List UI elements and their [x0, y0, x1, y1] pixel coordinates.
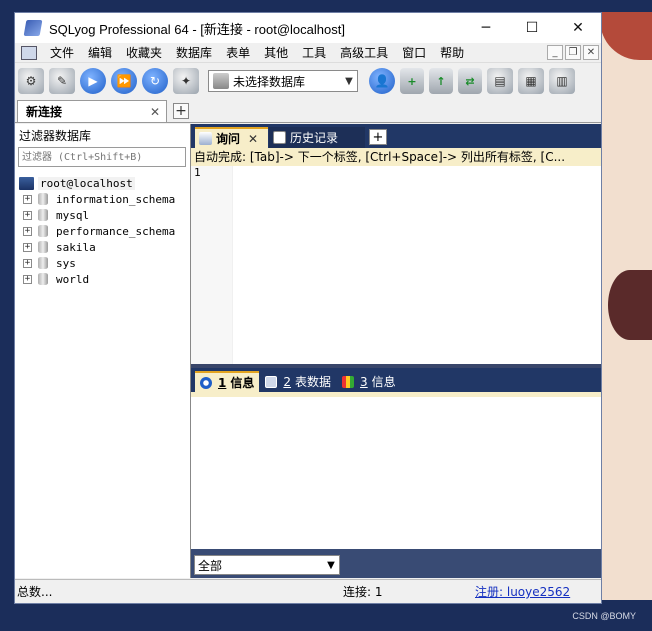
expand-icon[interactable]: + — [23, 210, 32, 220]
schema-designer-icon[interactable]: ✦ — [173, 68, 199, 94]
menu-window[interactable]: 窗口 — [395, 44, 433, 61]
connection-tabs: 新连接 ✕ + — [15, 99, 601, 123]
database-icon — [38, 257, 48, 269]
expand-icon[interactable]: + — [23, 274, 32, 284]
tab-result-info[interactable]: 1 信息 — [195, 371, 260, 392]
tab-table-data[interactable]: 2 表数据 — [260, 371, 336, 392]
menu-favorites[interactable]: 收藏夹 — [119, 44, 169, 61]
expand-icon[interactable]: + — [23, 258, 32, 268]
tree-item[interactable]: + mysql — [15, 207, 190, 223]
tab-connection[interactable]: 新连接 ✕ — [17, 100, 167, 122]
app-window: SQLyog Professional 64 - [新连接 - root@loc… — [14, 12, 602, 604]
menu-table[interactable]: 表单 — [219, 44, 257, 61]
close-button[interactable]: ✕ — [555, 13, 601, 43]
filter-title: 过滤器数据库 — [19, 129, 92, 143]
title-bar: SQLyog Professional 64 - [新连接 - root@loc… — [15, 13, 601, 43]
menu-bar: 文件 编辑 收藏夹 数据库 表单 其他 工具 高级工具 窗口 帮助 _ ❐ ✕ — [15, 43, 601, 63]
sqlyog-logo-icon — [23, 20, 43, 36]
chevron-down-icon: ▼ — [345, 75, 353, 87]
mdi-minimize-button[interactable]: _ — [547, 45, 563, 60]
user-manager-icon[interactable]: 👤 — [369, 68, 395, 94]
mdi-restore-button[interactable]: ❐ — [565, 45, 581, 60]
status-total: 总数... — [17, 585, 53, 599]
database-icon — [38, 193, 48, 205]
chart-icon — [342, 375, 355, 388]
result-filter-select[interactable]: 全部 ▼ — [194, 555, 340, 575]
backup-database-icon[interactable]: + — [400, 68, 424, 94]
database-tree: root@localhost + information_schema + mysq… — [15, 175, 190, 287]
maximize-button[interactable]: ☐ — [509, 13, 555, 43]
tree-item[interactable]: + sys — [15, 255, 190, 271]
results-area — [191, 397, 601, 549]
copy-database-icon[interactable]: ⇄ — [458, 68, 482, 94]
watermark: CSDN @BOMY — [572, 611, 636, 621]
connection-manager-icon[interactable]: ✎ — [49, 68, 75, 94]
tree-root[interactable]: root@localhost — [15, 175, 190, 191]
expand-icon[interactable]: + — [23, 242, 32, 252]
mdi-close-button[interactable]: ✕ — [583, 45, 599, 60]
menu-edit[interactable]: 编辑 — [81, 44, 119, 61]
query-tabs: 询问 ✕ 历史记录 + — [191, 124, 601, 148]
new-connection-icon[interactable]: ⚙ — [18, 68, 44, 94]
menu-file[interactable]: 文件 — [43, 44, 81, 61]
workspace: 过滤器数据库 root@localhost +information_schem… — [15, 124, 601, 578]
tree-item[interactable]: + performance_schema — [15, 223, 190, 239]
close-tab-icon[interactable]: ✕ — [248, 132, 258, 146]
sql-editor[interactable]: 1 — [191, 166, 601, 364]
mdi-controls: _ ❐ ✕ — [547, 45, 599, 60]
tree-item[interactable]: + world — [15, 271, 190, 287]
chevron-down-icon: ▼ — [327, 559, 335, 571]
grid-icon[interactable]: ▥ — [549, 68, 575, 94]
table-icon — [265, 375, 278, 388]
object-browser: 过滤器数据库 root@localhost +information_schem… — [15, 124, 191, 578]
filter-input[interactable] — [18, 147, 186, 167]
close-tab-icon[interactable]: ✕ — [150, 105, 166, 119]
add-connection-tab-button[interactable]: + — [173, 103, 189, 119]
calendar-icon — [273, 131, 286, 144]
export-table-icon[interactable]: ▤ — [487, 68, 513, 94]
server-icon — [19, 176, 34, 190]
menu-advanced-tools[interactable]: 高级工具 — [333, 44, 395, 61]
execute-query-icon[interactable]: ▶ — [80, 68, 106, 94]
database-icon — [38, 209, 48, 221]
query-pane: 询问 ✕ 历史记录 + 自动完成: [Tab]-> 下一个标签, [Ctrl+S… — [191, 124, 601, 578]
result-tabs: 1 信息 2 表数据 3 信息 — [191, 368, 601, 392]
execute-all-icon[interactable]: ⏩ — [111, 68, 137, 94]
import-database-icon[interactable]: ↑ — [429, 68, 453, 94]
menu-help[interactable]: 帮助 — [433, 44, 471, 61]
result-footer: 全部 ▼ — [191, 552, 601, 578]
database-icon — [38, 241, 48, 253]
expand-icon[interactable]: + — [23, 194, 32, 204]
database-icon — [213, 73, 229, 89]
database-icon — [38, 225, 48, 237]
tree-item[interactable]: + sakila — [15, 239, 190, 255]
tab-info-2[interactable]: 3 信息 — [337, 371, 401, 392]
menu-database[interactable]: 数据库 — [169, 44, 219, 61]
status-connections: 连接: 1 — [343, 585, 383, 599]
tree-item[interactable]: + information_schema — [15, 191, 190, 207]
register-link[interactable]: 注册: luoye2562 — [475, 583, 570, 600]
status-bar: 总数... 连接: 1 注册: luoye2562 — [15, 579, 601, 603]
expand-icon[interactable]: + — [23, 226, 32, 236]
autocomplete-hint: 自动完成: [Tab]-> 下一个标签, [Ctrl+Space]-> 列出所有… — [191, 148, 601, 166]
database-select[interactable]: 未选择数据库 ▼ — [208, 70, 358, 92]
database-icon — [38, 273, 48, 285]
tab-history[interactable]: 历史记录 — [269, 127, 365, 148]
window-title: SQLyog Professional 64 - [新连接 - root@loc… — [49, 21, 345, 37]
query-icon — [199, 132, 212, 145]
refresh-icon[interactable]: ↻ — [142, 68, 168, 94]
tab-query[interactable]: 询问 ✕ — [195, 127, 268, 148]
toolbar: ⚙ ✎ ▶ ⏩ ↻ ✦ 未选择数据库 ▼ 👤 + ↑ ⇄ ▤ ▦ ▥ — [15, 63, 601, 99]
add-query-tab-button[interactable]: + — [369, 129, 387, 145]
line-number: 1 — [191, 166, 233, 364]
table-data-icon[interactable]: ▦ — [518, 68, 544, 94]
menu-other[interactable]: 其他 — [257, 44, 295, 61]
document-icon — [21, 45, 37, 60]
menu-tools[interactable]: 工具 — [295, 44, 333, 61]
minimize-button[interactable]: ─ — [463, 13, 509, 43]
info-icon — [200, 376, 212, 389]
